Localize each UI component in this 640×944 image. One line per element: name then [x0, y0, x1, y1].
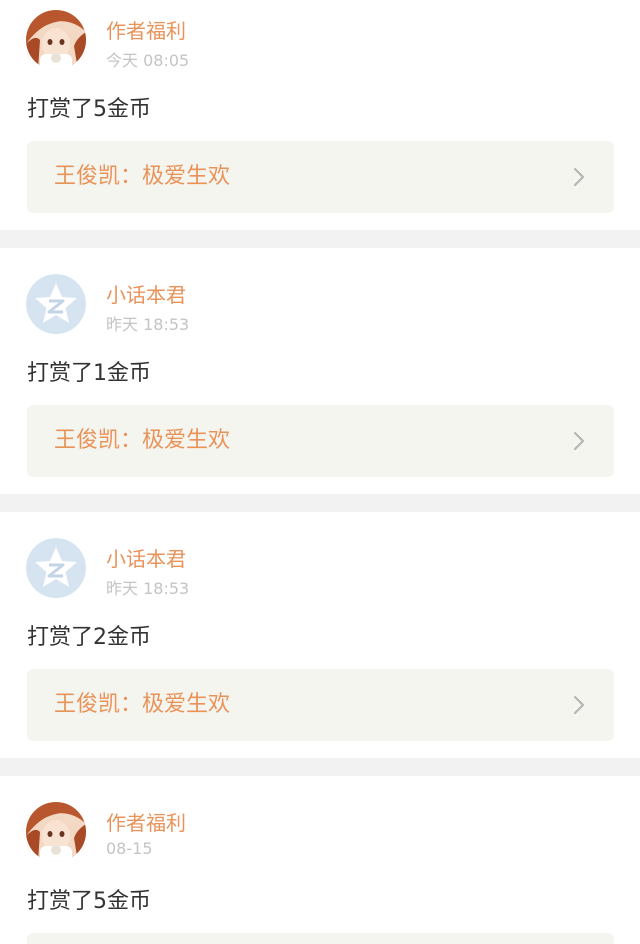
timestamp: 昨天 18:53	[106, 315, 190, 334]
avatar[interactable]	[26, 274, 86, 334]
qzone-star-avatar-icon	[26, 274, 86, 334]
work-title: 王俊凯：极爱生欢	[54, 428, 231, 453]
work-link[interactable]	[27, 933, 614, 944]
user-name[interactable]: 作者福利	[106, 807, 186, 836]
avatar[interactable]	[26, 538, 86, 598]
avatar[interactable]	[26, 10, 86, 70]
anime-girl-avatar-icon	[26, 10, 86, 70]
feed-item: 作者福利 今天 08:05 打赏了5金币 王俊凯：极爱生欢	[0, 0, 640, 230]
reward-action-text: 打赏了2金币	[27, 625, 151, 650]
chevron-right-icon	[573, 167, 585, 187]
user-name[interactable]: 小话本君	[106, 279, 186, 308]
work-title: 王俊凯：极爱生欢	[54, 164, 231, 189]
work-link[interactable]: 王俊凯：极爱生欢	[27, 141, 614, 213]
avatar[interactable]	[26, 802, 86, 862]
chevron-right-icon	[573, 695, 585, 715]
work-link[interactable]: 王俊凯：极爱生欢	[27, 669, 614, 741]
work-link[interactable]: 王俊凯：极爱生欢	[27, 405, 614, 477]
reward-feed: 作者福利 今天 08:05 打赏了5金币 王俊凯：极爱生欢 小话本君 昨天 18…	[0, 0, 640, 944]
user-name[interactable]: 作者福利	[106, 15, 186, 44]
reward-action-text: 打赏了1金币	[27, 361, 151, 386]
feed-item: 小话本君 昨天 18:53 打赏了2金币 王俊凯：极爱生欢	[0, 512, 640, 758]
anime-girl-avatar-icon	[26, 802, 86, 862]
feed-item: 作者福利 08-15 打赏了5金币	[0, 776, 640, 944]
reward-action-text: 打赏了5金币	[27, 97, 151, 122]
work-title: 王俊凯：极爱生欢	[54, 692, 231, 717]
chevron-right-icon	[573, 431, 585, 451]
reward-action-text: 打赏了5金币	[27, 889, 151, 914]
user-name[interactable]: 小话本君	[106, 543, 186, 572]
timestamp: 昨天 18:53	[106, 579, 190, 598]
feed-item: 小话本君 昨天 18:53 打赏了1金币 王俊凯：极爱生欢	[0, 248, 640, 494]
timestamp: 08-15	[106, 839, 153, 858]
qzone-star-avatar-icon	[26, 538, 86, 598]
timestamp: 今天 08:05	[106, 51, 190, 70]
